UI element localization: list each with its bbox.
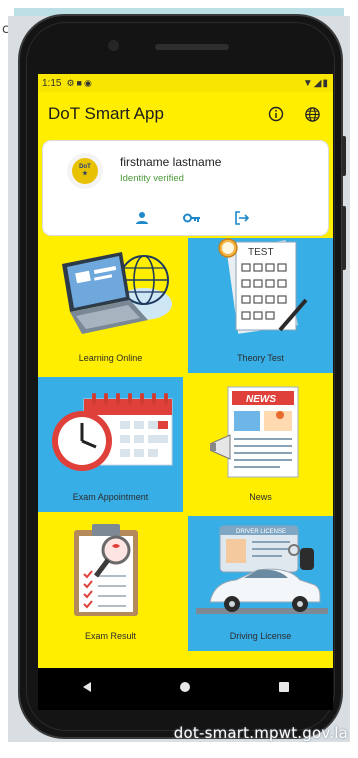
person-icon[interactable] [131,209,153,227]
profile-card: DoT ★ firstname lastname Identity verifie… [42,140,329,236]
hotspot-icon: ◉ [83,77,94,88]
tile-exam-result[interactable]: Exam Result [38,516,183,651]
settings-icon: ⚙ [66,77,77,88]
status-bar: 1:15 ⚙■◉ ▼◢▮ [38,74,333,92]
back-icon[interactable] [81,680,93,698]
wifi-icon: ▼ [302,77,314,89]
sim-icon: ■ [76,77,84,88]
logout-icon[interactable] [231,209,253,227]
tile-exam-appointment[interactable]: Exam Appointment [38,377,183,512]
globe-icon[interactable] [301,103,323,125]
svg-text:DRIVER LICENSE: DRIVER LICENSE [236,529,286,535]
tile-learning-online[interactable]: Learning Online [38,238,183,373]
key-icon[interactable] [181,209,203,227]
avatar[interactable]: DoT ★ [67,153,103,189]
info-icon[interactable] [265,103,287,125]
license-car-icon: DRIVER LICENSE [196,525,328,614]
tile-label: News [249,492,272,502]
tile-news[interactable]: NEWS News [188,377,333,512]
app-title: DoT Smart App [48,104,164,123]
test-sheet-icon: TEST [218,238,308,334]
volume-button [342,136,346,176]
status-time: 1:15 [42,77,62,89]
tile-theory-test[interactable]: TEST Theory Test [188,238,333,373]
home-icon[interactable] [179,680,191,698]
battery-icon: ▮ [322,77,329,89]
svg-text:TEST: TEST [248,247,274,258]
user-name: firstname lastname [120,155,222,169]
recents-icon[interactable] [278,680,290,698]
tile-driving-license[interactable]: DRIVER LICENSE Driving License [188,516,333,651]
phone-screen: 1:15 ⚙■◉ ▼◢▮ DoT Smart App DoT ★ firstnam… [38,74,333,668]
tile-label: Learning Online [78,353,143,363]
dot-logo-icon: DoT ★ [72,158,98,184]
app-bar: DoT Smart App [38,92,333,136]
newspaper-icon: NEWS [210,386,299,478]
tile-label: Theory Test [237,353,284,363]
tile-label: Exam Appointment [72,492,149,502]
website-watermark: dot-smart.mpwt.gov.la [173,724,348,742]
android-nav-bar [38,668,333,710]
tile-label: Exam Result [84,631,137,641]
calendar-clock-icon [52,393,173,471]
power-button [342,206,346,270]
svg-text:NEWS: NEWS [246,394,276,405]
identity-status: Identity verified [120,173,184,184]
laptop-globe-icon [62,252,172,334]
clipboard-result-icon [74,524,138,616]
front-camera [108,40,119,51]
tile-label: Driving License [229,631,292,641]
earpiece-speaker [155,44,229,50]
